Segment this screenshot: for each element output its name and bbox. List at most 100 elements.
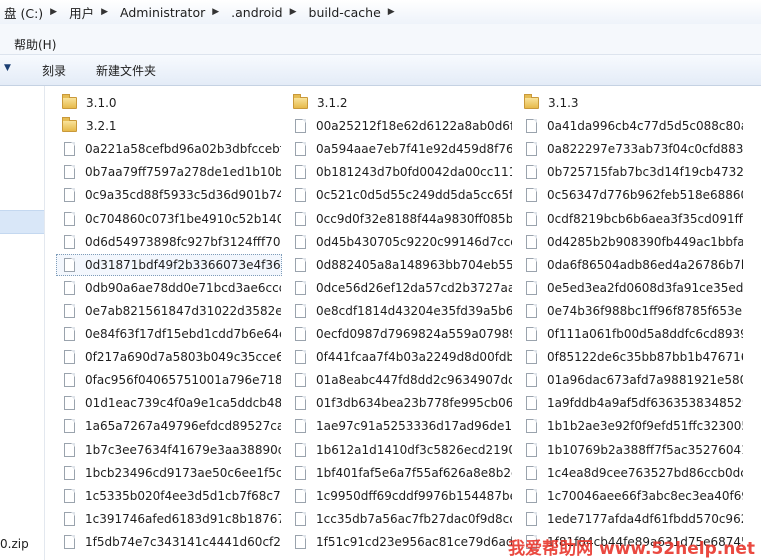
- folder-icon: [62, 94, 77, 109]
- file-item[interactable]: 0d6d54973898fc927bf3124fff708…: [56, 231, 282, 253]
- folder-item[interactable]: 3.1.0: [56, 92, 282, 114]
- breadcrumb-item[interactable]: 盘 (C:): [0, 3, 48, 22]
- file-item[interactable]: 0a822297e733ab73f04c0cfd8832…: [518, 138, 744, 160]
- file-item[interactable]: 1a65a7267a49796efdcd89527ca…: [56, 415, 282, 437]
- file-name: 0d31871bdf49f2b3366073e4f367…: [85, 258, 281, 272]
- file-item[interactable]: 1c9950dff69cddf9976b154487be…: [287, 485, 513, 507]
- file-item[interactable]: 1b10769b2a388ff7f5ac35276041…: [518, 439, 744, 461]
- file-icon: [295, 212, 306, 226]
- file-item[interactable]: 0e84f63f17df15ebd1cdd7b6e64e…: [56, 323, 282, 345]
- file-item[interactable]: 0e5ed3ea2fd0608d3fa91ce35ed1…: [518, 277, 744, 299]
- file-item[interactable]: 1f5db74e7c343141c4441d60cf26…: [56, 531, 282, 553]
- file-item[interactable]: 1b7c3ee7634f41679e3aa38890d…: [56, 439, 282, 461]
- file-item[interactable]: 0a41da996cb4c77d5d5c088c80a…: [518, 115, 744, 137]
- file-item[interactable]: 0e8cdf1814d43204e35fd39a5b69…: [287, 300, 513, 322]
- file-item[interactable]: 0cc9d0f32e8188f44a9830ff085b3…: [287, 208, 513, 230]
- file-item[interactable]: 1c4ea8d9cee763527bd86ccb0dc…: [518, 462, 744, 484]
- file-icon: [295, 373, 306, 387]
- file-item[interactable]: 00a25212f18e62d6122a8ab0d6f…: [287, 115, 513, 137]
- file-item[interactable]: 1c391746afed6183d91c8b18767f…: [56, 508, 282, 530]
- file-icon: [64, 396, 75, 410]
- file-icon: [295, 235, 306, 249]
- address-bar[interactable]: 盘 (C:) ▶ 用户 ▶ Administrator ▶ .android ▶ build-c…: [0, 0, 761, 25]
- file-item[interactable]: 1bcb23496cd9173ae50c6ee1f5c4…: [56, 462, 282, 484]
- file-item[interactable]: 0db90a6ae78dd0e71bcd3ae6ccd…: [56, 277, 282, 299]
- file-item[interactable]: 0d882405a8a148963bb704eb556…: [287, 254, 513, 276]
- folder-item[interactable]: 3.1.3: [518, 92, 744, 114]
- file-item[interactable]: 01f3db634bea23b778fe995cb06c…: [287, 392, 513, 414]
- burn-button[interactable]: 刻录: [42, 62, 66, 79]
- file-icon: [295, 535, 306, 549]
- file-icon: [64, 235, 75, 249]
- file-item[interactable]: 0f85122de6c35bb87bb1b476716…: [518, 346, 744, 368]
- file-item[interactable]: 1bf401faf5e6a7f55af626a8e8b2e…: [287, 462, 513, 484]
- file-item[interactable]: 1a9fddb4a9af5df6363538348529…: [518, 392, 744, 414]
- file-name: 1c70046aee66f3abc8ec3ea40f69…: [547, 489, 743, 503]
- file-icon: [64, 165, 75, 179]
- file-item[interactable]: 1ede7177afda4df61fbdd570c962…: [518, 508, 744, 530]
- file-item[interactable]: 0e7ab821561847d31022d3582e3…: [56, 300, 282, 322]
- file-item[interactable]: 0c704860c073f1be4910c52b140b…: [56, 208, 282, 230]
- file-item[interactable]: 1f51c91cd23e956ac81ce79d6ade…: [287, 531, 513, 553]
- file-item[interactable]: 0c521c0d5d55c249dd5da5cc65f6…: [287, 184, 513, 206]
- file-item[interactable]: 1c70046aee66f3abc8ec3ea40f69…: [518, 485, 744, 507]
- dropdown-arrow-icon[interactable]: ▼: [4, 63, 11, 73]
- file-item[interactable]: 1b1b2ae3e92f0f9efd51ffc323005…: [518, 415, 744, 437]
- file-name: 0c9a35cd88f5933c5d36d901b74…: [85, 188, 281, 202]
- file-icon: [295, 165, 306, 179]
- folder-item[interactable]: 3.2.1: [56, 115, 282, 137]
- file-item[interactable]: 01a96dac673afd7a9881921e580…: [518, 369, 744, 391]
- file-item[interactable]: 0fac956f04065751001a796e7185…: [56, 369, 282, 391]
- file-item[interactable]: 0f217a690d7a5803b049c35cce61…: [56, 346, 282, 368]
- file-item[interactable]: 0da6f86504adb86ed4a26786b7b…: [518, 254, 744, 276]
- file-name: 0f217a690d7a5803b049c35cce61…: [85, 350, 281, 364]
- file-name: 1a65a7267a49796efdcd89527ca…: [85, 419, 281, 433]
- file-item[interactable]: 0c56347d776b962feb518e68860…: [518, 184, 744, 206]
- menu-help[interactable]: 帮助(H): [14, 36, 56, 53]
- file-item[interactable]: 0f441fcaa7f4b03a2249d8d00fdb…: [287, 346, 513, 368]
- breadcrumb-chevron-icon[interactable]: ▶: [48, 7, 65, 17]
- file-item[interactable]: 0f111a061fb00d5a8ddfc6cd8939…: [518, 323, 744, 345]
- file-item[interactable]: 0a594aae7eb7f41e92d459d8f76…: [287, 138, 513, 160]
- file-name: 0a594aae7eb7f41e92d459d8f76…: [316, 142, 512, 156]
- file-item[interactable]: 1cc35db7a56ac7fb27dac0f9d8cd…: [287, 508, 513, 530]
- file-name: 01f3db634bea23b778fe995cb06c…: [316, 396, 512, 410]
- file-item[interactable]: 0d45b430705c9220c99146d7ccd…: [287, 231, 513, 253]
- file-item[interactable]: 1b612a1d1410df3c5826ecd2190…: [287, 439, 513, 461]
- file-item[interactable]: 0d31871bdf49f2b3366073e4f367…: [56, 254, 282, 276]
- file-item[interactable]: 01a8eabc447fd8dd2c9634907dd…: [287, 369, 513, 391]
- file-item[interactable]: 0a221a58cefbd96a02b3dbfccebf…: [56, 138, 282, 160]
- file-item[interactable]: 0b181243d7b0fd0042da00cc111…: [287, 161, 513, 183]
- breadcrumb-item[interactable]: build-cache: [305, 5, 386, 20]
- file-item[interactable]: 0cdf8219bcb6b6aea3f35cd091ff0…: [518, 208, 744, 230]
- breadcrumb-chevron-icon[interactable]: ▶: [99, 7, 116, 17]
- nav-item-zip[interactable]: 0.zip: [0, 537, 29, 551]
- file-icon: [295, 489, 306, 503]
- file-name: 1b612a1d1410df3c5826ecd2190…: [316, 443, 512, 457]
- breadcrumb-chevron-icon[interactable]: ▶: [288, 7, 305, 17]
- file-icon: [526, 443, 537, 457]
- file-item[interactable]: 0b725715fab7bc3d14f19cb47325…: [518, 161, 744, 183]
- file-item[interactable]: 0b7aa79ff7597a278de1ed1b10bf…: [56, 161, 282, 183]
- file-item[interactable]: 0dce56d26ef12da57cd2b3727aa…: [287, 277, 513, 299]
- file-name: 0e74b36f988bc1ff96f8785f653e1…: [547, 304, 743, 318]
- file-item[interactable]: 0c9a35cd88f5933c5d36d901b74…: [56, 184, 282, 206]
- file-item[interactable]: 1c5335b020f4ee3d5d1cb7f68c73…: [56, 485, 282, 507]
- nav-item-selected[interactable]: [0, 210, 44, 234]
- file-icon: [64, 281, 75, 295]
- breadcrumb-chevron-icon[interactable]: ▶: [386, 7, 403, 17]
- breadcrumb-item[interactable]: .android: [227, 5, 287, 20]
- folder-item[interactable]: 3.1.2: [287, 92, 513, 114]
- file-item[interactable]: 0d4285b2b908390fb449ac1bbfa…: [518, 231, 744, 253]
- breadcrumb-chevron-icon[interactable]: ▶: [210, 7, 227, 17]
- file-name: 1c5335b020f4ee3d5d1cb7f68c73…: [85, 489, 281, 503]
- breadcrumb-item[interactable]: 用户: [65, 3, 99, 22]
- file-name: 1c4ea8d9cee763527bd86ccb0dc…: [547, 466, 743, 480]
- new-folder-button[interactable]: 新建文件夹: [96, 62, 156, 79]
- file-item[interactable]: 01d1eac739c4f0a9e1ca5ddcb486…: [56, 392, 282, 414]
- file-item[interactable]: 0e74b36f988bc1ff96f8785f653e1…: [518, 300, 744, 322]
- toolbar: ▼ 刻录 新建文件夹: [0, 55, 761, 86]
- breadcrumb-item[interactable]: Administrator: [116, 5, 210, 20]
- file-item[interactable]: 1ae97c91a5253336d17ad96de17…: [287, 415, 513, 437]
- file-item[interactable]: 0ecfd0987d7969824a559a07989…: [287, 323, 513, 345]
